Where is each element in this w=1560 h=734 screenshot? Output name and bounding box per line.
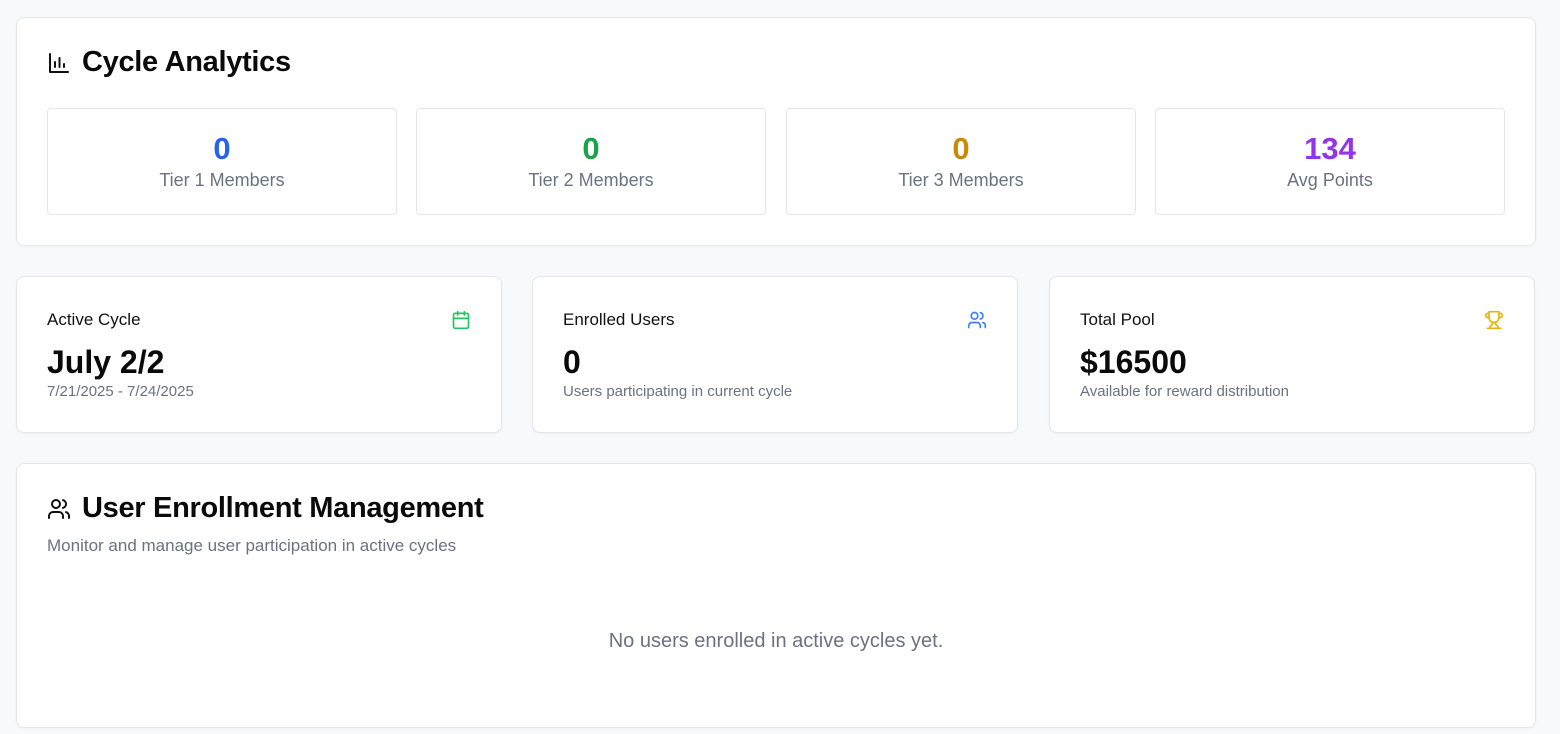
- cycle-analytics-title: Cycle Analytics: [82, 46, 291, 78]
- users-icon: [47, 497, 71, 521]
- avg-points-stat: 134 Avg Points: [1155, 108, 1505, 215]
- tier-3-label: Tier 3 Members: [898, 170, 1024, 190]
- empty-state-message: No users enrolled in active cycles yet.: [608, 630, 944, 652]
- tier-1-value: 0: [213, 131, 231, 166]
- user-enrollment-heading: User Enrollment Management: [47, 492, 484, 525]
- total-pool-value: $16500: [1080, 344, 1187, 380]
- user-enrollment-description: Monitor and manage user participation in…: [47, 536, 457, 555]
- avg-points-value: 134: [1304, 131, 1356, 166]
- enrolled-users-description: Users participating in current cycle: [563, 383, 793, 400]
- users-icon: [967, 310, 987, 330]
- cycle-analytics-card: Cycle Analytics 0 Tier 1 Members 0 Tier …: [16, 17, 1536, 246]
- calendar-icon: [451, 310, 471, 330]
- enrolled-users-card: Enrolled Users 0 Users participating in …: [532, 276, 1018, 433]
- bar-chart-icon: [47, 51, 71, 75]
- tier-3-stat: 0 Tier 3 Members: [786, 108, 1136, 215]
- tier-2-stat: 0 Tier 2 Members: [416, 108, 766, 215]
- total-pool-card: Total Pool $16500 Available for reward d…: [1049, 276, 1535, 433]
- active-cycle-dates: 7/21/2025 - 7/24/2025: [47, 383, 194, 400]
- tier-2-label: Tier 2 Members: [528, 170, 654, 190]
- tier-1-stat: 0 Tier 1 Members: [47, 108, 397, 215]
- tier-1-label: Tier 1 Members: [159, 170, 285, 190]
- enrolled-users-label: Enrolled Users: [563, 310, 675, 329]
- active-cycle-card: Active Cycle July 2/2 7/21/2025 - 7/24/2…: [16, 276, 502, 433]
- user-enrollment-title: User Enrollment Management: [82, 492, 484, 524]
- trophy-icon: [1484, 310, 1504, 330]
- enrolled-users-value: 0: [563, 344, 581, 380]
- cycle-analytics-heading: Cycle Analytics: [47, 46, 291, 79]
- tier-2-value: 0: [582, 131, 600, 166]
- total-pool-label: Total Pool: [1080, 310, 1155, 329]
- active-cycle-label: Active Cycle: [47, 310, 141, 329]
- total-pool-description: Available for reward distribution: [1080, 383, 1289, 400]
- tier-3-value: 0: [952, 131, 970, 166]
- user-enrollment-card: User Enrollment Management Monitor and m…: [16, 463, 1536, 728]
- active-cycle-value: July 2/2: [47, 344, 165, 380]
- avg-points-label: Avg Points: [1287, 170, 1373, 190]
